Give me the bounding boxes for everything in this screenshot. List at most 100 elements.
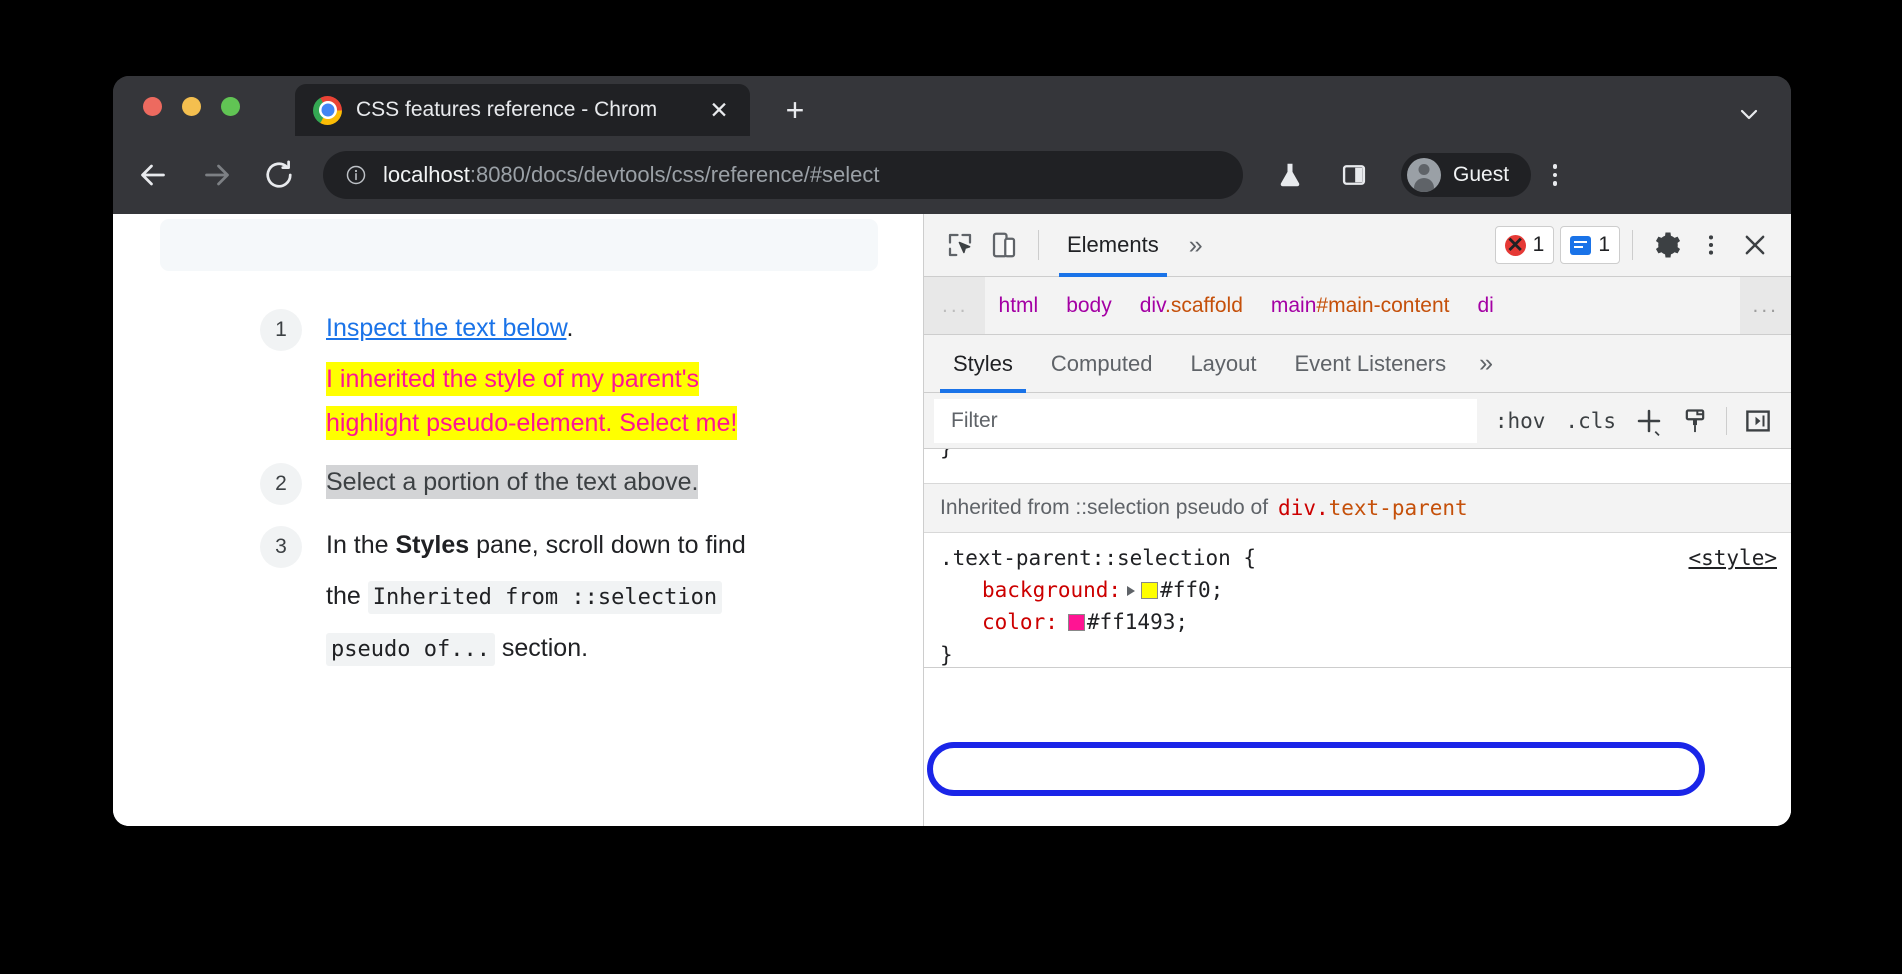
breadcrumb-item-html[interactable]: html [985,294,1053,318]
error-counter[interactable]: ✕ 1 [1495,226,1555,264]
profile-button[interactable]: Guest [1401,153,1531,197]
url-text: localhost:8080/docs/devtools/css/referen… [383,162,880,188]
color-swatch[interactable] [1141,582,1158,599]
css-property-value[interactable]: #ff0; [1160,578,1223,602]
toolbar-divider [1632,230,1633,260]
close-icon[interactable] [1733,223,1777,267]
url-host: localhost [383,162,470,187]
css-rule-block[interactable]: .text-parent::selection { <style> backgr… [924,533,1791,643]
inherited-from-element[interactable]: div.text-parent [1278,496,1468,520]
arrow-right-icon[interactable] [199,157,235,193]
truncated-brace: } [940,449,953,460]
css-declaration-color[interactable]: color: #ff1493; [940,607,1791,639]
filter-input[interactable]: Filter [934,399,1477,443]
selection-demo-line-1: I inherited the style of my parent's [326,362,699,396]
person-icon [1407,158,1441,192]
reload-icon[interactable] [261,157,297,193]
tab-elements[interactable]: Elements [1051,214,1175,277]
filter-divider [1726,407,1727,435]
tab-styles[interactable]: Styles [934,335,1032,393]
tab-event-listeners[interactable]: Event Listeners [1276,335,1466,393]
truncated-rule: } [924,449,1791,483]
address-bar[interactable]: localhost:8080/docs/devtools/css/referen… [323,151,1243,199]
message-count: 1 [1598,233,1610,257]
toggle-sidebar-icon[interactable] [1735,399,1781,443]
step-number: 1 [260,309,302,351]
breadcrumb-item-body[interactable]: body [1052,294,1126,318]
breadcrumb-item-div-scaffold[interactable]: div.scaffold [1126,294,1257,318]
maximize-window-button[interactable] [221,97,240,116]
css-property-value[interactable]: #ff1493; [1087,610,1188,634]
window-content: 1 Inspect the text below. I inherited th… [113,214,1791,826]
style-source-link[interactable]: <style> [1688,543,1777,575]
hover-state-button[interactable]: :hov [1485,409,1556,433]
chevron-down-icon[interactable] [1737,102,1761,126]
toolbar-divider [1038,230,1039,260]
devtools-toolbar: Elements » ✕ 1 1 [924,214,1791,277]
step-3-part-4: section. [495,634,588,662]
arrow-left-icon[interactable] [135,157,171,193]
step-3-part-2: pane, scroll down to find [469,531,746,559]
browser-toolbar: localhost:8080/docs/devtools/css/referen… [113,136,1791,214]
tab-layout[interactable]: Layout [1171,335,1275,393]
breadcrumb-overflow-right[interactable]: ... [1740,277,1791,335]
inherited-from-label: Inherited from ::selection pseudo of [940,496,1268,520]
tab-computed[interactable]: Computed [1032,335,1172,393]
profile-label: Guest [1453,163,1509,187]
flask-icon[interactable] [1271,156,1309,194]
close-window-button[interactable] [143,97,162,116]
step-3-code-1: Inherited from ::selection [368,581,722,614]
styles-filter-bar: Filter :hov .cls [924,393,1791,449]
step-number: 2 [260,463,302,505]
new-tab-button[interactable]: + [778,94,812,128]
close-tab-button[interactable]: ✕ [706,99,732,122]
step-2: 2 Select a portion of the text above. [113,460,923,505]
steps-list: 1 Inspect the text below. I inherited th… [113,306,923,678]
color-swatch[interactable] [1068,614,1085,631]
browser-window: CSS features reference - Chrom ✕ + [113,76,1791,826]
minimize-window-button[interactable] [182,97,201,116]
css-rule-close-brace: } [924,643,1791,667]
breadcrumb-tag: di [1477,294,1493,317]
step-content: Inspect the text below. I inherited the … [326,306,737,444]
more-tabs-button[interactable]: » [1175,231,1217,260]
expand-triangle-icon[interactable] [1127,586,1135,596]
step-2-text: Select a portion of the text above. [326,465,698,499]
css-declaration-background[interactable]: background: #ff0; [940,575,1791,607]
step-content: In the Styles pane, scroll down to find … [326,523,846,669]
css-selector[interactable]: .text-parent::selection { [940,543,1791,575]
step-3-bold: Styles [396,531,470,559]
breadcrumb-class: .scaffold [1165,294,1243,317]
chrome-logo-icon [313,96,342,125]
selection-demo-line-2: highlight pseudo-element. Select me! [326,406,737,440]
kebab-menu-icon[interactable] [1689,223,1733,267]
breadcrumb: ... html body div.scaffold main#main-con… [924,277,1791,335]
gear-icon[interactable] [1645,223,1689,267]
css-property-name[interactable]: background: [940,578,1121,602]
browser-tab[interactable]: CSS features reference - Chrom ✕ [295,84,750,136]
breadcrumb-class: #main-content [1316,294,1449,317]
inherited-from-section-header[interactable]: Inherited from ::selection pseudo of div… [924,483,1791,533]
url-path: :8080/docs/devtools/css/reference/#selec… [470,162,880,187]
message-counter[interactable]: 1 [1560,226,1620,264]
plus-icon[interactable] [1626,399,1672,443]
breadcrumb-overflow-left[interactable]: ... [924,277,985,335]
more-panel-tabs-button[interactable]: » [1465,349,1507,378]
inspect-text-link[interactable]: Inspect the text below [326,314,566,342]
breadcrumb-item-div[interactable]: di [1463,294,1507,318]
paint-brush-icon[interactable] [1672,399,1718,443]
kebab-menu-icon[interactable] [1538,158,1572,192]
css-property-name[interactable]: color: [940,610,1058,634]
device-toolbar-icon[interactable] [982,223,1026,267]
step-1: 1 Inspect the text below. I inherited th… [113,306,923,444]
inspect-element-icon[interactable] [938,223,982,267]
devtools-panel: Elements » ✕ 1 1 [923,214,1791,826]
element-classes-button[interactable]: .cls [1555,409,1626,433]
breadcrumb-item-main-content[interactable]: main#main-content [1257,294,1464,318]
breadcrumb-tag: html [999,294,1039,317]
error-icon: ✕ [1505,235,1526,256]
step-1-period: . [566,314,573,342]
info-circle-icon[interactable] [345,164,367,186]
side-panel-icon[interactable] [1335,156,1373,194]
breadcrumb-tag: div [1140,294,1165,317]
